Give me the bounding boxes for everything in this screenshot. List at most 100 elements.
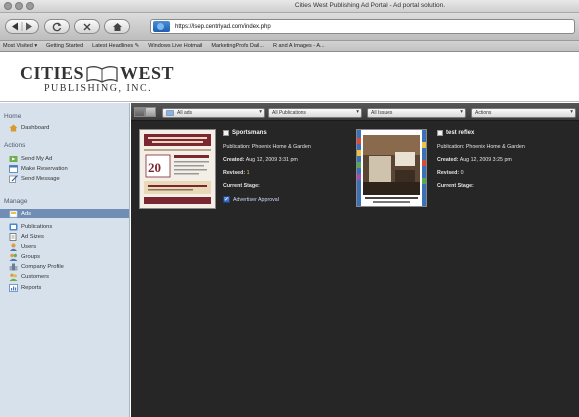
reload-button[interactable]	[44, 19, 70, 34]
chevron-down-icon: ▾	[259, 109, 262, 115]
back-forward-buttons[interactable]	[5, 19, 39, 34]
stop-button[interactable]	[74, 19, 100, 34]
home-button[interactable]	[104, 19, 130, 34]
browser-toolbar: https://lsep.centrlyad.com/index.php	[0, 13, 579, 41]
sidebar-heading-manage: Manage	[4, 198, 28, 205]
logo-subtitle: PUBLISHING, INC.	[44, 83, 153, 94]
address-bar[interactable]: https://lsep.centrlyad.com/index.php	[150, 19, 575, 34]
created-label: Created:	[437, 157, 459, 163]
publication-label: Publication:	[437, 144, 465, 150]
ad-title[interactable]: test reflex	[446, 130, 474, 136]
list-view-button[interactable]	[145, 107, 156, 117]
ad-publication: Publication: Phoenix Home & Garden	[223, 144, 311, 150]
window-titlebar: Cities West Publishing Ad Portal - Ad po…	[0, 0, 579, 13]
ad-created: Created: Aug 12, 2009 3:31 pm	[223, 157, 298, 163]
ads-icon	[9, 210, 18, 217]
ads-filter-value: All ads	[177, 110, 193, 116]
bookmark-getting-started[interactable]: Getting Started	[46, 43, 83, 49]
created-value: Aug 12, 2009 3:31 pm	[245, 157, 298, 163]
bookmark-most-visited[interactable]: Most Visited ▾	[3, 43, 37, 49]
company-profile-icon	[9, 263, 18, 270]
window-controls[interactable]	[4, 2, 34, 10]
publication-label: Publication:	[223, 144, 251, 150]
ads-filter-icon	[166, 110, 174, 116]
grid-view-button[interactable]	[134, 107, 145, 117]
stop-icon	[83, 23, 91, 30]
revised-label: Revised:	[223, 170, 246, 176]
site-favicon-icon	[153, 21, 170, 32]
sidebar-item-label: Send My Ad	[21, 155, 53, 162]
sidebar-item-ad-sizes[interactable]: Ad Sizes	[9, 232, 44, 241]
bookmark-r-and-a-images[interactable]: R and A Images - A...	[273, 43, 325, 49]
sidebar-item-publications[interactable]: Publications	[9, 222, 52, 231]
checkmark-icon[interactable]: ✓	[223, 196, 230, 203]
groups-icon	[9, 253, 18, 261]
company-logo[interactable]: CITIES WEST	[20, 63, 174, 84]
sidebar-item-reports[interactable]: Reports	[9, 283, 41, 292]
sidebar-heading-home: Home	[4, 113, 22, 120]
bookmark-marketingprofs[interactable]: MarketingProfs Dail...	[211, 43, 264, 49]
bookmark-windows-live-hotmail[interactable]: Windows Live Hotmail	[148, 43, 202, 49]
sidebar-item-groups[interactable]: Groups	[9, 252, 40, 261]
page-header: CITIES WEST PUBLISHING, INC.	[0, 52, 579, 102]
user-icon	[10, 243, 17, 251]
publications-filter-select[interactable]: All Publications ▾	[268, 108, 362, 118]
ad-revised: Revised: 0	[437, 170, 464, 176]
ad-card-title-row: Sportsmans	[223, 130, 267, 136]
ad-revised: Revised: 1	[223, 170, 250, 176]
sidebar: Home Dashboard Actions Send My Ad Make R…	[0, 103, 130, 417]
sidebar-item-make-reservation[interactable]: Make Reservation	[9, 164, 68, 173]
zoom-window-button[interactable]	[26, 2, 34, 10]
bookmarks-bar: Most Visited ▾ Getting Started Latest He…	[0, 41, 579, 52]
ad-thumbnail-test-reflex[interactable]	[356, 129, 427, 207]
sidebar-item-label: Ad Sizes	[21, 233, 44, 240]
back-forward-icon[interactable]	[7, 21, 37, 32]
minimize-window-button[interactable]	[15, 2, 23, 10]
sidebar-item-customers[interactable]: Customers	[9, 272, 49, 281]
reports-icon	[9, 283, 18, 292]
issues-filter-select[interactable]: All Issues ▾	[367, 108, 466, 118]
actions-select-value: Actions	[475, 110, 492, 116]
advertiser-approval-label[interactable]: Advertiser Approval	[233, 197, 279, 203]
open-book-logo-icon	[86, 65, 118, 83]
ad-card-title-row: test reflex	[437, 130, 474, 136]
close-window-button[interactable]	[4, 2, 12, 10]
ad-preview-discount-text: 20	[148, 160, 161, 175]
ads-filter-select[interactable]: All ads ▾	[162, 108, 265, 118]
actions-select[interactable]: Actions ▾	[471, 108, 576, 118]
sidebar-item-label: Customers	[21, 273, 50, 280]
view-toggle[interactable]	[134, 107, 156, 117]
ad-publication: Publication: Phoenix Home & Garden	[437, 144, 525, 150]
chevron-down-icon: ▾	[570, 109, 573, 115]
sidebar-item-send-my-ad[interactable]: Send My Ad	[9, 154, 52, 163]
address-bar-url[interactable]: https://lsep.centrlyad.com/index.php	[175, 24, 271, 30]
revised-label: Revised:	[437, 170, 460, 176]
sidebar-item-label: Send Message	[21, 175, 60, 182]
ad-thumbnail-sportsmans[interactable]: 20	[139, 129, 216, 209]
sidebar-item-ads[interactable]: Ads	[0, 209, 129, 218]
sidebar-item-company-profile[interactable]: Company Profile	[9, 262, 64, 271]
created-label: Created:	[223, 157, 245, 163]
ad-created: Created: Aug 12, 2009 3:25 pm	[437, 157, 512, 163]
reload-icon	[52, 22, 62, 32]
ads-content-area: All ads ▾ All Publications ▾ All Issues …	[131, 103, 579, 417]
sidebar-item-label: Dashboard	[21, 124, 50, 131]
chevron-down-icon: ▾	[356, 109, 359, 115]
sidebar-item-users[interactable]: Users	[9, 242, 36, 251]
publications-icon	[9, 223, 18, 230]
advertiser-approval[interactable]: ✓ Advertiser Approval	[223, 196, 279, 203]
revised-value: 0	[460, 170, 464, 176]
ad-select-checkbox[interactable]	[437, 130, 443, 136]
sidebar-item-label: Make Reservation	[21, 165, 68, 172]
sidebar-item-dashboard[interactable]: Dashboard	[9, 123, 49, 132]
current-stage-label: Current Stage:	[223, 183, 260, 189]
current-stage-label: Current Stage:	[437, 183, 474, 189]
filter-bar: All ads ▾ All Publications ▾ All Issues …	[131, 103, 579, 121]
publication-value: Phoenix Home & Garden	[251, 144, 311, 150]
ad-select-checkbox[interactable]	[223, 130, 229, 136]
ad-title[interactable]: Sportsmans	[232, 130, 267, 136]
ad-preview-image	[357, 130, 426, 206]
customers-icon	[9, 273, 18, 281]
bookmark-latest-headlines[interactable]: Latest Headlines ✎	[92, 43, 139, 49]
sidebar-item-send-message[interactable]: Send Message	[9, 174, 60, 183]
